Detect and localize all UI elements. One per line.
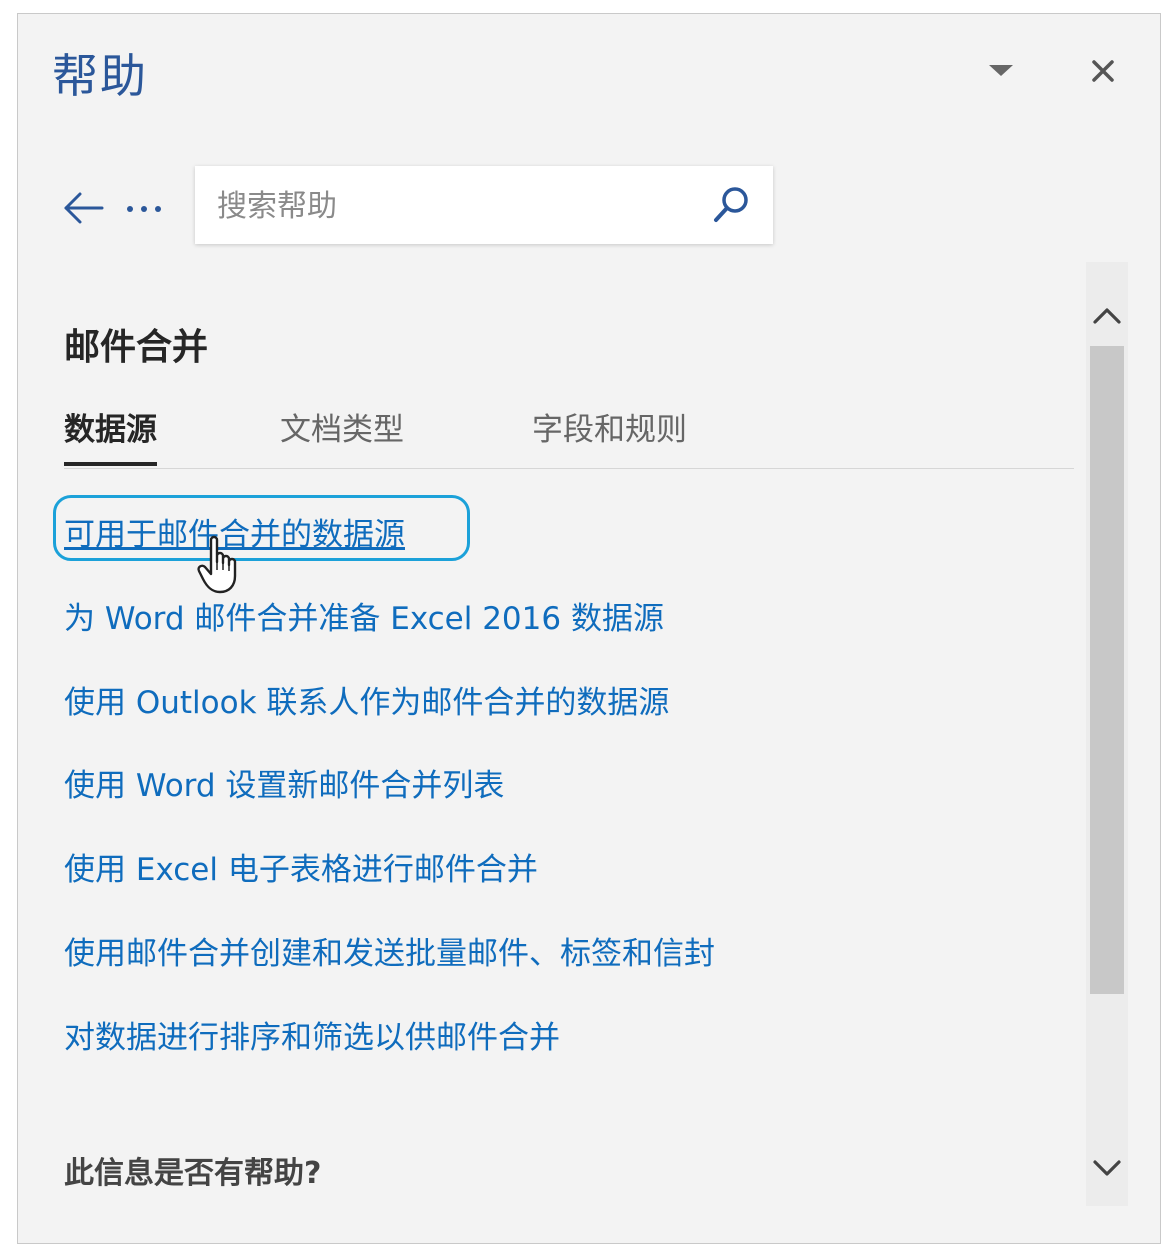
help-link-excel-spreadsheet[interactable]: 使用 Excel 电子表格进行邮件合并: [64, 844, 538, 889]
help-link-bulk-mail[interactable]: 使用邮件合并创建和发送批量邮件、标签和信封: [64, 928, 715, 973]
help-link-new-list[interactable]: 使用 Word 设置新邮件合并列表: [64, 760, 504, 805]
scroll-up-chevron-icon[interactable]: [1086, 298, 1128, 334]
close-icon[interactable]: [1086, 54, 1120, 88]
tab-document-type[interactable]: 文档类型: [280, 404, 404, 466]
arrow-left-icon[interactable]: [62, 190, 106, 226]
help-pane: 帮助 邮件合并 数据源 文档类型 字段和规则 可用于邮件合并的数据源 为 W: [17, 13, 1161, 1244]
hand-pointer-icon: [197, 535, 237, 594]
tab-fields-and-rules[interactable]: 字段和规则: [532, 404, 687, 466]
scrollbar[interactable]: [1086, 262, 1128, 1206]
ellipsis-icon[interactable]: [124, 190, 168, 226]
pane-title: 帮助: [52, 49, 148, 103]
tab-bar: 数据源 文档类型 字段和规则: [64, 404, 1074, 469]
section-title: 邮件合并: [64, 327, 209, 368]
help-link-outlook-contacts[interactable]: 使用 Outlook 联系人作为邮件合并的数据源: [64, 677, 669, 722]
help-link-sort-filter[interactable]: 对数据进行排序和筛选以供邮件合并: [64, 1012, 560, 1057]
search-box[interactable]: [195, 166, 773, 244]
search-input[interactable]: [215, 182, 699, 230]
chevron-down-icon[interactable]: [986, 60, 1016, 80]
scrollbar-thumb[interactable]: [1090, 346, 1124, 994]
feedback-question: 此信息是否有帮助?: [64, 1156, 322, 1191]
help-link-prepare-excel[interactable]: 为 Word 邮件合并准备 Excel 2016 数据源: [64, 593, 664, 638]
tab-data-source[interactable]: 数据源: [64, 404, 157, 466]
scroll-down-chevron-icon[interactable]: [1086, 1150, 1128, 1186]
search-icon[interactable]: [709, 182, 755, 228]
